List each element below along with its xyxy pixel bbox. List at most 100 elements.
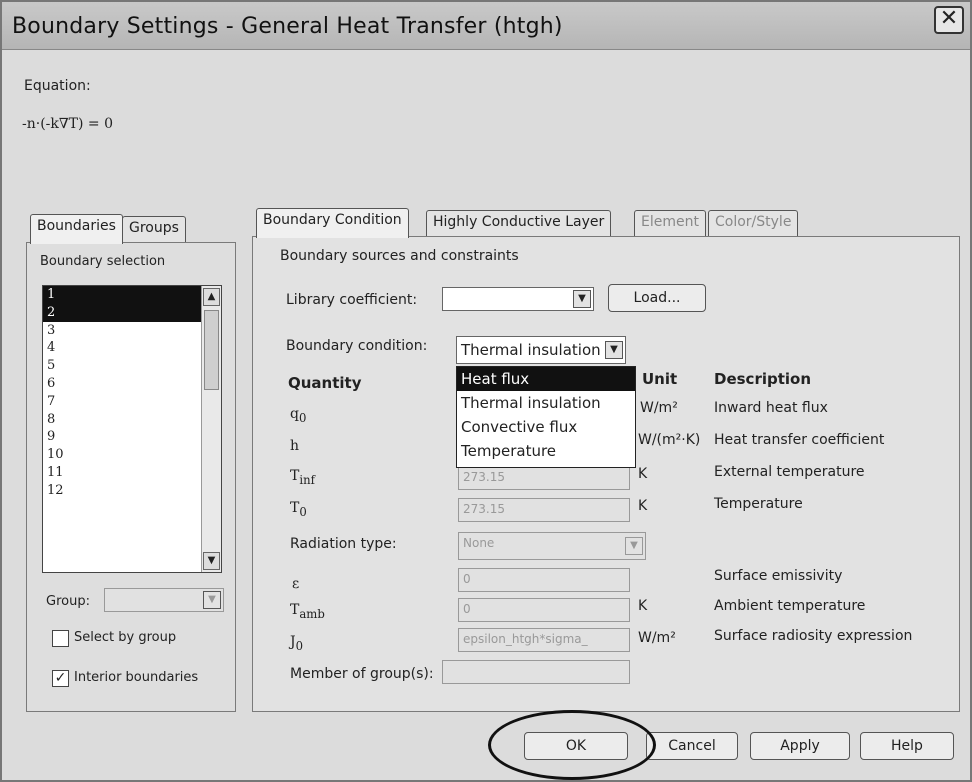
chevron-down-icon[interactable]: ▼: [573, 290, 591, 308]
quantity-main: h: [290, 438, 300, 454]
description-epsilon: Surface emissivity: [714, 568, 843, 584]
j0-input[interactable]: epsilon_htgh*sigma_: [458, 628, 630, 652]
equation-formula: -n·(-k∇T) = 0: [22, 116, 113, 132]
t0-input[interactable]: 273.15: [458, 498, 630, 522]
list-item[interactable]: 1: [43, 286, 221, 304]
tamb-input[interactable]: 0: [458, 598, 630, 622]
group-label: Group:: [46, 594, 90, 609]
unit-h: W/(m²·K): [638, 432, 701, 448]
member-of-groups-label: Member of group(s):: [290, 666, 434, 682]
option-thermal-insulation[interactable]: Thermal insulation: [457, 391, 635, 415]
description-tinf: External temperature: [714, 464, 865, 480]
description-q0: Inward heat flux: [714, 400, 828, 416]
unit-j0: W/m²: [638, 630, 676, 646]
tab-element[interactable]: Element: [634, 210, 706, 238]
header-unit: Unit: [642, 370, 678, 388]
member-of-groups-input[interactable]: [442, 660, 630, 684]
boundary-settings-dialog: Boundary Settings - General Heat Transfe…: [0, 0, 972, 782]
unit-tamb: K: [638, 598, 648, 614]
interior-boundaries-label: Interior boundaries: [74, 670, 199, 685]
unit-tinf: K: [638, 466, 648, 482]
quantity-main: q: [290, 406, 299, 422]
select-by-group-checkbox[interactable]: [52, 630, 69, 647]
chevron-down-icon[interactable]: ▼: [625, 537, 643, 555]
library-coefficient-label: Library coefficient:: [286, 292, 418, 308]
list-item[interactable]: 2: [43, 303, 221, 322]
list-scrollbar[interactable]: ▲ ▼: [201, 286, 221, 572]
quantity-sub: 0: [298, 410, 307, 425]
equation-label: Equation:: [24, 78, 91, 94]
tab-boundaries[interactable]: Boundaries: [30, 214, 123, 244]
chevron-down-icon[interactable]: ▼: [605, 341, 623, 359]
quantity-main: T: [290, 602, 300, 618]
description-h: Heat transfer coefficient: [714, 432, 885, 448]
boundary-condition-dropdown[interactable]: Heat flux Thermal insulation Convective …: [456, 366, 636, 468]
quantity-sub: 0: [299, 504, 307, 519]
quantity-main: ε: [292, 576, 300, 592]
tab-color-style[interactable]: Color/Style: [708, 210, 799, 238]
quantity-sub: 0: [295, 638, 304, 653]
boundary-condition-label: Boundary condition:: [286, 338, 428, 354]
list-item[interactable]: 4: [43, 339, 221, 357]
list-item[interactable]: 6: [43, 375, 221, 393]
load-button[interactable]: Load...: [608, 284, 706, 312]
epsilon-input[interactable]: 0: [458, 568, 630, 592]
list-item[interactable]: 5: [43, 357, 221, 375]
tab-boundary-condition[interactable]: Boundary Condition: [256, 208, 409, 238]
description-t0: Temperature: [714, 496, 803, 512]
quantity-sub: amb: [299, 606, 325, 621]
list-item[interactable]: 11: [43, 464, 221, 482]
highlight-circle: [488, 710, 656, 780]
apply-button[interactable]: Apply: [750, 732, 850, 760]
option-heat-flux[interactable]: Heat flux: [457, 367, 635, 391]
scroll-thumb[interactable]: [204, 310, 219, 390]
unit-t0: K: [638, 498, 648, 514]
quantity-t0: T0: [290, 500, 307, 519]
section-label: Boundary sources and constraints: [280, 248, 519, 264]
help-button[interactable]: Help: [860, 732, 954, 760]
quantity-main: T: [290, 500, 300, 516]
quantity-j0: J0: [290, 634, 303, 653]
list-item[interactable]: 12: [43, 482, 221, 500]
tinf-input[interactable]: 273.15: [458, 466, 630, 490]
quantity-epsilon: ε: [292, 576, 299, 592]
tab-groups[interactable]: Groups: [122, 216, 186, 244]
close-icon[interactable]: ✕: [934, 6, 964, 34]
quantity-sub: inf: [299, 472, 315, 487]
group-select[interactable]: ▼: [104, 588, 224, 612]
arrow-down-icon[interactable]: ▼: [203, 552, 220, 570]
list-item[interactable]: 9: [43, 428, 221, 446]
chevron-down-icon[interactable]: ▼: [203, 591, 221, 609]
header-description: Description: [714, 370, 812, 388]
select-by-group-label: Select by group: [74, 630, 177, 645]
tab-highly-conductive-layer[interactable]: Highly Conductive Layer: [426, 210, 612, 238]
description-tamb: Ambient temperature: [714, 598, 866, 614]
list-item[interactable]: 8: [43, 411, 221, 429]
quantity-h: h: [290, 438, 299, 454]
option-temperature[interactable]: Temperature: [457, 439, 635, 463]
list-item[interactable]: 3: [43, 322, 221, 340]
arrow-up-icon[interactable]: ▲: [203, 288, 220, 306]
boundary-selection-label: Boundary selection: [40, 254, 166, 269]
description-j0: Surface radiosity expression: [714, 628, 913, 644]
header-quantity: Quantity: [288, 374, 362, 392]
quantity-q0: q0: [290, 406, 306, 425]
boundary-list[interactable]: 1 2 3 4 5 6 7 8 9 10 11 12 ▲ ▼: [42, 285, 222, 573]
radiation-type-label: Radiation type:: [290, 536, 397, 552]
boundary-condition-select[interactable]: Thermal insulation ▼: [456, 336, 626, 364]
window-title: Boundary Settings - General Heat Transfe…: [12, 14, 563, 39]
list-item[interactable]: 10: [43, 446, 221, 464]
unit-q0: W/m²: [640, 400, 678, 416]
quantity-tinf: Tinf: [290, 468, 315, 487]
option-convective-flux[interactable]: Convective flux: [457, 415, 635, 439]
radiation-type-select[interactable]: None ▼: [458, 532, 646, 560]
quantity-tamb: Tamb: [290, 602, 325, 621]
boundary-condition-value: Thermal insulation: [461, 341, 601, 359]
title-bar: Boundary Settings - General Heat Transfe…: [2, 2, 970, 50]
cancel-button[interactable]: Cancel: [646, 732, 738, 760]
interior-boundaries-checkbox[interactable]: ✓: [52, 670, 69, 687]
list-item[interactable]: 7: [43, 393, 221, 411]
quantity-main: T: [290, 468, 300, 484]
radiation-type-value: None: [463, 536, 495, 550]
library-coefficient-select[interactable]: ▼: [442, 287, 594, 311]
